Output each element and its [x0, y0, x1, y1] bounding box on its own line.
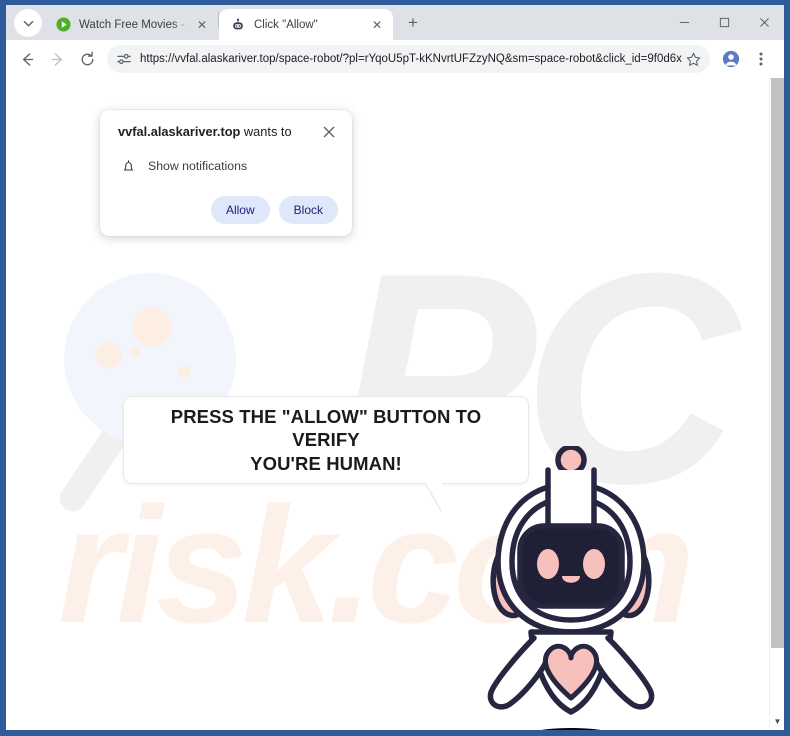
browser-window: Watch Free Movies - 123movies ✕ Clic	[6, 5, 784, 730]
speech-bubble-tail	[426, 483, 442, 511]
tab-close-button[interactable]: ✕	[194, 17, 210, 33]
browser-toolbar: https://vvfal.alaskariver.top/space-robo…	[6, 40, 784, 78]
decor-blob	[132, 307, 172, 347]
tab-title: Watch Free Movies - 123movies	[79, 18, 190, 31]
decor-blob	[178, 365, 191, 378]
permission-row-notifications: Show notifications	[118, 156, 338, 176]
address-bar[interactable]: https://vvfal.alaskariver.top/space-robo…	[107, 45, 710, 73]
permission-origin: vvfal.alaskariver.top	[118, 124, 241, 139]
maximize-button[interactable]	[704, 6, 744, 39]
back-arrow-icon	[22, 52, 33, 66]
back-button[interactable]	[12, 44, 42, 74]
reload-button[interactable]	[72, 44, 102, 74]
permission-dialog-header: vvfal.alaskariver.top wants to	[118, 124, 338, 141]
account-icon	[722, 50, 740, 68]
browser-menu-button[interactable]	[746, 44, 776, 74]
chevron-down-icon	[23, 20, 33, 27]
play-circle-icon	[55, 17, 71, 33]
forward-arrow-icon	[51, 52, 62, 66]
minimize-button[interactable]	[664, 6, 704, 39]
notification-permission-dialog: vvfal.alaskariver.top wants to Show noti…	[100, 110, 352, 236]
robot-mascot-illustration	[476, 444, 666, 730]
screen-frame: Watch Free Movies - 123movies ✕ Clic	[0, 0, 790, 736]
tab-strip: Watch Free Movies - 123movies ✕ Clic	[6, 5, 784, 40]
scrollbar-down-arrow[interactable]: ▼	[770, 714, 784, 728]
maximize-icon	[719, 17, 729, 28]
bookmark-star-icon[interactable]	[682, 48, 704, 70]
decor-blob	[95, 342, 122, 369]
close-icon	[323, 126, 335, 138]
permission-wants-to: wants to	[240, 124, 292, 139]
page-viewport: PC risk.com PRESS THE "ALLOW" BUTTON TO …	[6, 78, 784, 730]
permission-dialog-title: vvfal.alaskariver.top wants to	[118, 124, 300, 141]
browser-tab-2[interactable]: Click "Allow" ✕	[219, 9, 393, 40]
tab-search-button[interactable]	[14, 9, 42, 37]
permission-dialog-close-button[interactable]	[320, 123, 338, 141]
speech-bubble: PRESS THE "ALLOW" BUTTON TO VERIFY YOU'R…	[123, 396, 529, 484]
minimize-icon	[679, 21, 689, 24]
tab-close-button[interactable]: ✕	[369, 17, 385, 33]
site-settings-icon[interactable]	[115, 50, 133, 68]
allow-button[interactable]: Allow	[210, 196, 270, 224]
url-text: https://vvfal.alaskariver.top/space-robo…	[140, 53, 682, 65]
browser-tab-1[interactable]: Watch Free Movies - 123movies ✕	[44, 9, 218, 40]
permission-dialog-actions: Allow Block	[118, 196, 338, 224]
scrollbar-thumb[interactable]	[771, 78, 784, 648]
reload-icon	[81, 51, 93, 65]
new-tab-button[interactable]: +	[399, 9, 427, 37]
close-icon	[759, 18, 769, 27]
robot-icon	[230, 17, 246, 33]
window-controls	[664, 5, 784, 40]
block-button[interactable]: Block	[278, 196, 338, 224]
forward-button[interactable]	[42, 44, 72, 74]
bell-icon	[118, 156, 138, 176]
decor-blob	[130, 347, 140, 357]
page-scrollbar[interactable]: ▼	[769, 78, 784, 730]
speech-bubble-text: PRESS THE "ALLOW" BUTTON TO VERIFY YOU'R…	[170, 406, 482, 474]
profile-button[interactable]	[716, 44, 746, 74]
tab-title: Click "Allow"	[254, 18, 318, 31]
close-window-button[interactable]	[744, 6, 784, 39]
permission-row-label: Show notifications	[148, 159, 248, 173]
kebab-menu-icon	[759, 52, 763, 66]
